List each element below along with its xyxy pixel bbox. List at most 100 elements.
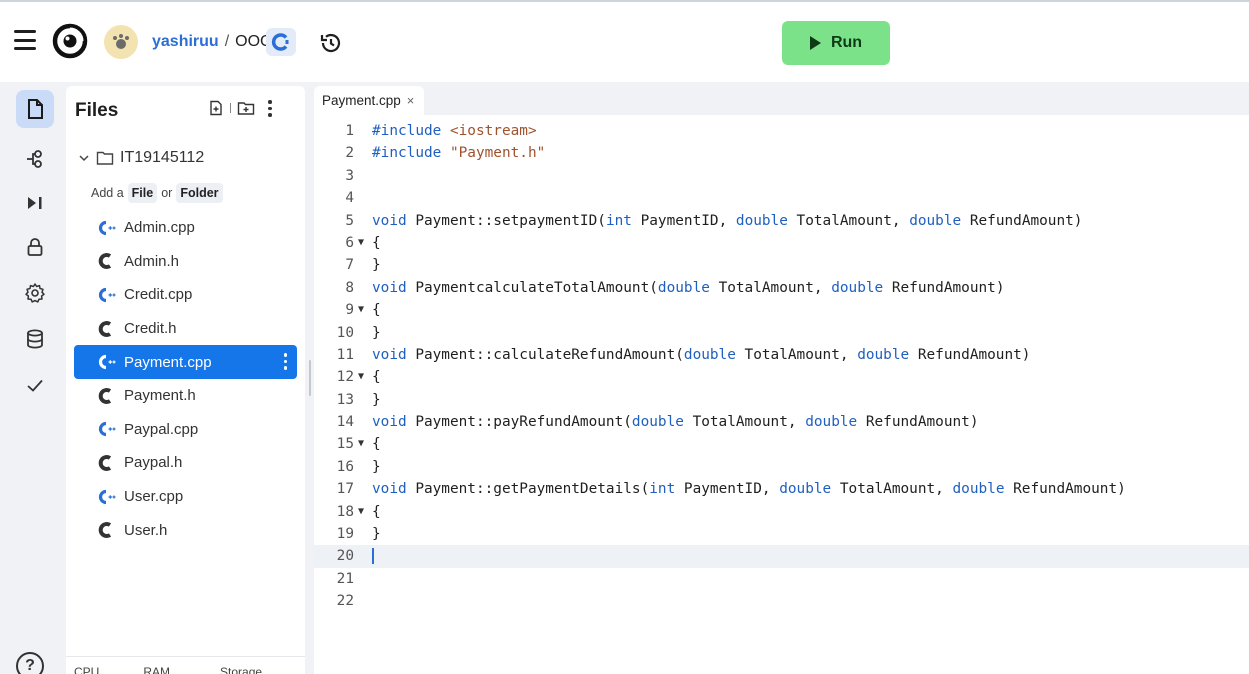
code-line[interactable]: 16} [314,456,1249,478]
line-number: 13 [336,391,354,408]
code-line[interactable]: 1 #include <iostream> [314,120,1249,142]
code-area[interactable]: 1 #include <iostream> 2 #include "Payment.h… [314,120,1249,613]
code-token: { [372,234,381,251]
code-token: TotalAmount, [787,212,910,229]
file-item-admin-cpp[interactable]: Admin.cpp [74,211,297,245]
resource-storage[interactable]: Storage [220,665,262,674]
file-item-payment-h[interactable]: Payment.h [74,379,297,413]
line-number: 6 [345,234,354,251]
panel-resize-handle[interactable] [309,360,311,396]
code-line[interactable]: 7} [314,254,1249,276]
code-text: } [372,523,381,545]
files-menu-icon[interactable] [261,100,279,117]
file-name: Credit.h [124,320,177,338]
file-item-admin-h[interactable]: Admin.h [74,245,297,279]
code-line[interactable]: 18 ▼ { [314,501,1249,523]
new-folder-icon[interactable] [237,100,255,116]
rail-settings[interactable] [16,274,54,312]
code-line[interactable]: 10} [314,322,1249,344]
rail-files[interactable] [16,90,54,128]
root-folder[interactable]: IT19145112 [78,149,204,167]
fold-arrow-icon[interactable]: ▼ [358,299,364,321]
code-line[interactable]: 20 [314,545,1249,568]
line-number: 7 [345,257,354,274]
breadcrumb-separator: / [224,33,230,50]
cpp-file-icon [96,285,116,305]
tab-payment-cpp[interactable]: Payment.cpp × [314,86,425,115]
fold-arrow-icon[interactable]: ▼ [358,366,364,388]
breadcrumb-user[interactable]: yashiruu [152,33,219,51]
code-line[interactable]: 22 [314,590,1249,612]
file-item-paypal-cpp[interactable]: Paypal.cpp [74,413,297,447]
code-token: } [372,324,381,341]
code-text: { [372,299,381,321]
code-token: RefundAmount) [883,279,1005,296]
fold-arrow-icon[interactable]: ▼ [358,501,364,523]
code-token: double [909,212,962,229]
fold-arrow-icon[interactable]: ▼ [358,433,364,455]
code-token: double [779,481,832,498]
code-line[interactable]: 4 [314,187,1249,209]
history-icon[interactable] [318,30,344,56]
code-line[interactable]: 17 void Payment::getPaymentDetails(int Pa… [314,478,1249,500]
code-line[interactable]: 3 [314,165,1249,187]
rail-tests[interactable] [16,366,54,404]
add-folder-button[interactable]: Folder [176,183,223,203]
run-button-label: Run [830,34,863,51]
fold-arrow-icon[interactable]: ▼ [358,232,364,254]
rail-console[interactable] [16,184,54,222]
code-text: void Payment::getPaymentDetails(int Paym… [372,478,1126,500]
file-item-credit-h[interactable]: Credit.h [74,312,297,346]
rail-database[interactable] [16,320,54,358]
code-line[interactable]: 15 ▼ { [314,433,1249,455]
resource-ram[interactable]: RAM [143,665,170,674]
header-file-icon [96,520,116,540]
code-line[interactable]: 14 void Payment::payRefundAmount(double T… [314,411,1249,433]
code-token: double [857,346,910,363]
menu-icon[interactable] [14,30,36,50]
file-item-user-cpp[interactable]: User.cpp [74,480,297,514]
code-line[interactable]: 9 ▼ { [314,299,1249,321]
add-file-button[interactable]: File [127,183,158,203]
files-title: Files [75,100,119,121]
file-item-credit-cpp[interactable]: Credit.cpp [74,278,297,312]
file-item-paypal-h[interactable]: Paypal.h [74,446,297,480]
language-badge[interactable] [266,28,296,56]
code-token: RefundAmount) [857,414,979,431]
code-line[interactable]: 13} [314,389,1249,411]
code-text: } [372,456,381,478]
code-line[interactable]: 5 void Payment::setpaymentID(int PaymentI… [314,210,1249,232]
code-text: void Payment::setpaymentID(int PaymentID… [372,210,1082,232]
code-line[interactable]: 2 #include "Payment.h" [314,142,1249,164]
new-file-icon[interactable] [208,100,224,116]
code-line[interactable]: 19} [314,523,1249,545]
avatar[interactable] [104,25,138,59]
replit-logo-icon[interactable] [52,23,88,59]
tool-rail [12,88,58,674]
code-line[interactable]: 8 void PaymentcalculateTotalAmount(double… [314,277,1249,299]
file-item-payment-cpp[interactable]: Payment.cpp [74,345,297,379]
resource-cpu[interactable]: CPU [74,665,99,674]
rail-secrets[interactable] [16,228,54,266]
code-text: #include <iostream> [372,120,537,142]
code-token: "Payment.h" [449,145,546,162]
code-line[interactable]: 6 ▼ { [314,232,1249,254]
code-line[interactable]: 21 [314,568,1249,590]
help-icon[interactable]: ? [16,652,44,674]
code-token: RefundAmount) [961,212,1083,229]
code-line[interactable]: 12 ▼ { [314,366,1249,388]
code-text: { [372,433,381,455]
code-token: Payment::calculateRefundAmount( [406,346,684,363]
line-number: 8 [345,279,354,296]
rail-version-control[interactable] [16,140,54,178]
code-token: TotalAmount, [735,346,858,363]
run-button[interactable]: Run [782,21,890,65]
code-token: double [735,212,788,229]
line-number: 1 [345,123,354,139]
file-item-user-h[interactable]: User.h [74,513,297,547]
file-menu-icon[interactable] [283,353,287,370]
header-file-icon [96,251,116,271]
files-panel: Files IT19145112 Add a File or Folder Ad… [66,86,305,674]
close-icon[interactable]: × [407,93,415,108]
code-line[interactable]: 11 void Payment::calculateRefundAmount(do… [314,344,1249,366]
